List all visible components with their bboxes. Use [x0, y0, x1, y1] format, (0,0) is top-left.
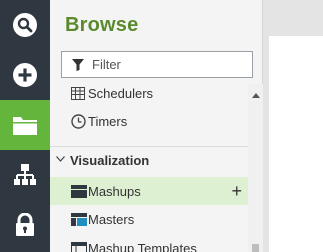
tree-item-mashup-templates[interactable]: Mashup Templates — [50, 234, 248, 252]
tree-scrollbar[interactable] — [248, 84, 263, 252]
browse-panel: Browse Schedulers — [50, 0, 263, 252]
content-area — [264, 0, 323, 252]
tree-item-label: Mashup Templates — [88, 240, 197, 252]
content-card — [269, 36, 323, 252]
hierarchy-icon — [14, 164, 36, 185]
add-icon — [13, 63, 37, 87]
tree-item-mashups[interactable]: Mashups + — [50, 177, 248, 205]
tree-item-schedulers[interactable]: Schedulers — [50, 84, 248, 107]
folder-icon — [13, 117, 37, 135]
browse-tree: Schedulers Timers Visualization Mashups … — [50, 84, 263, 252]
rail-new-button[interactable] — [0, 50, 50, 100]
tree-item-label: Masters — [88, 211, 135, 227]
master-icon — [71, 212, 87, 226]
mashup-icon — [71, 184, 87, 198]
nav-rail — [0, 0, 50, 252]
grid-icon — [71, 86, 85, 100]
panel-title: Browse — [65, 14, 139, 36]
rail-security-button[interactable] — [0, 200, 50, 250]
add-mashup-button[interactable]: + — [231, 182, 242, 200]
scroll-thumb[interactable] — [252, 244, 259, 252]
chevron-down-icon — [56, 156, 65, 162]
section-label: Visualization — [70, 153, 150, 168]
filter-input[interactable] — [92, 57, 242, 72]
lock-icon — [16, 213, 34, 236]
tree-item-label: Schedulers — [88, 85, 154, 101]
section-visualization[interactable]: Visualization — [50, 146, 248, 174]
filter-field[interactable] — [61, 51, 253, 78]
scroll-up-arrow-icon[interactable] — [252, 93, 260, 98]
tree-item-label: Mashups — [88, 183, 141, 199]
clock-icon — [71, 113, 86, 129]
filter-icon — [72, 58, 84, 71]
rail-hierarchy-button[interactable] — [0, 150, 50, 200]
search-icon — [13, 13, 37, 37]
tree-item-timers[interactable]: Timers — [50, 107, 248, 135]
template-icon — [71, 241, 87, 252]
tree-item-masters[interactable]: Masters — [50, 205, 248, 233]
rail-search-button[interactable] — [0, 0, 50, 50]
tree-item-label: Timers — [88, 113, 128, 129]
rail-browse-button[interactable] — [0, 100, 50, 150]
